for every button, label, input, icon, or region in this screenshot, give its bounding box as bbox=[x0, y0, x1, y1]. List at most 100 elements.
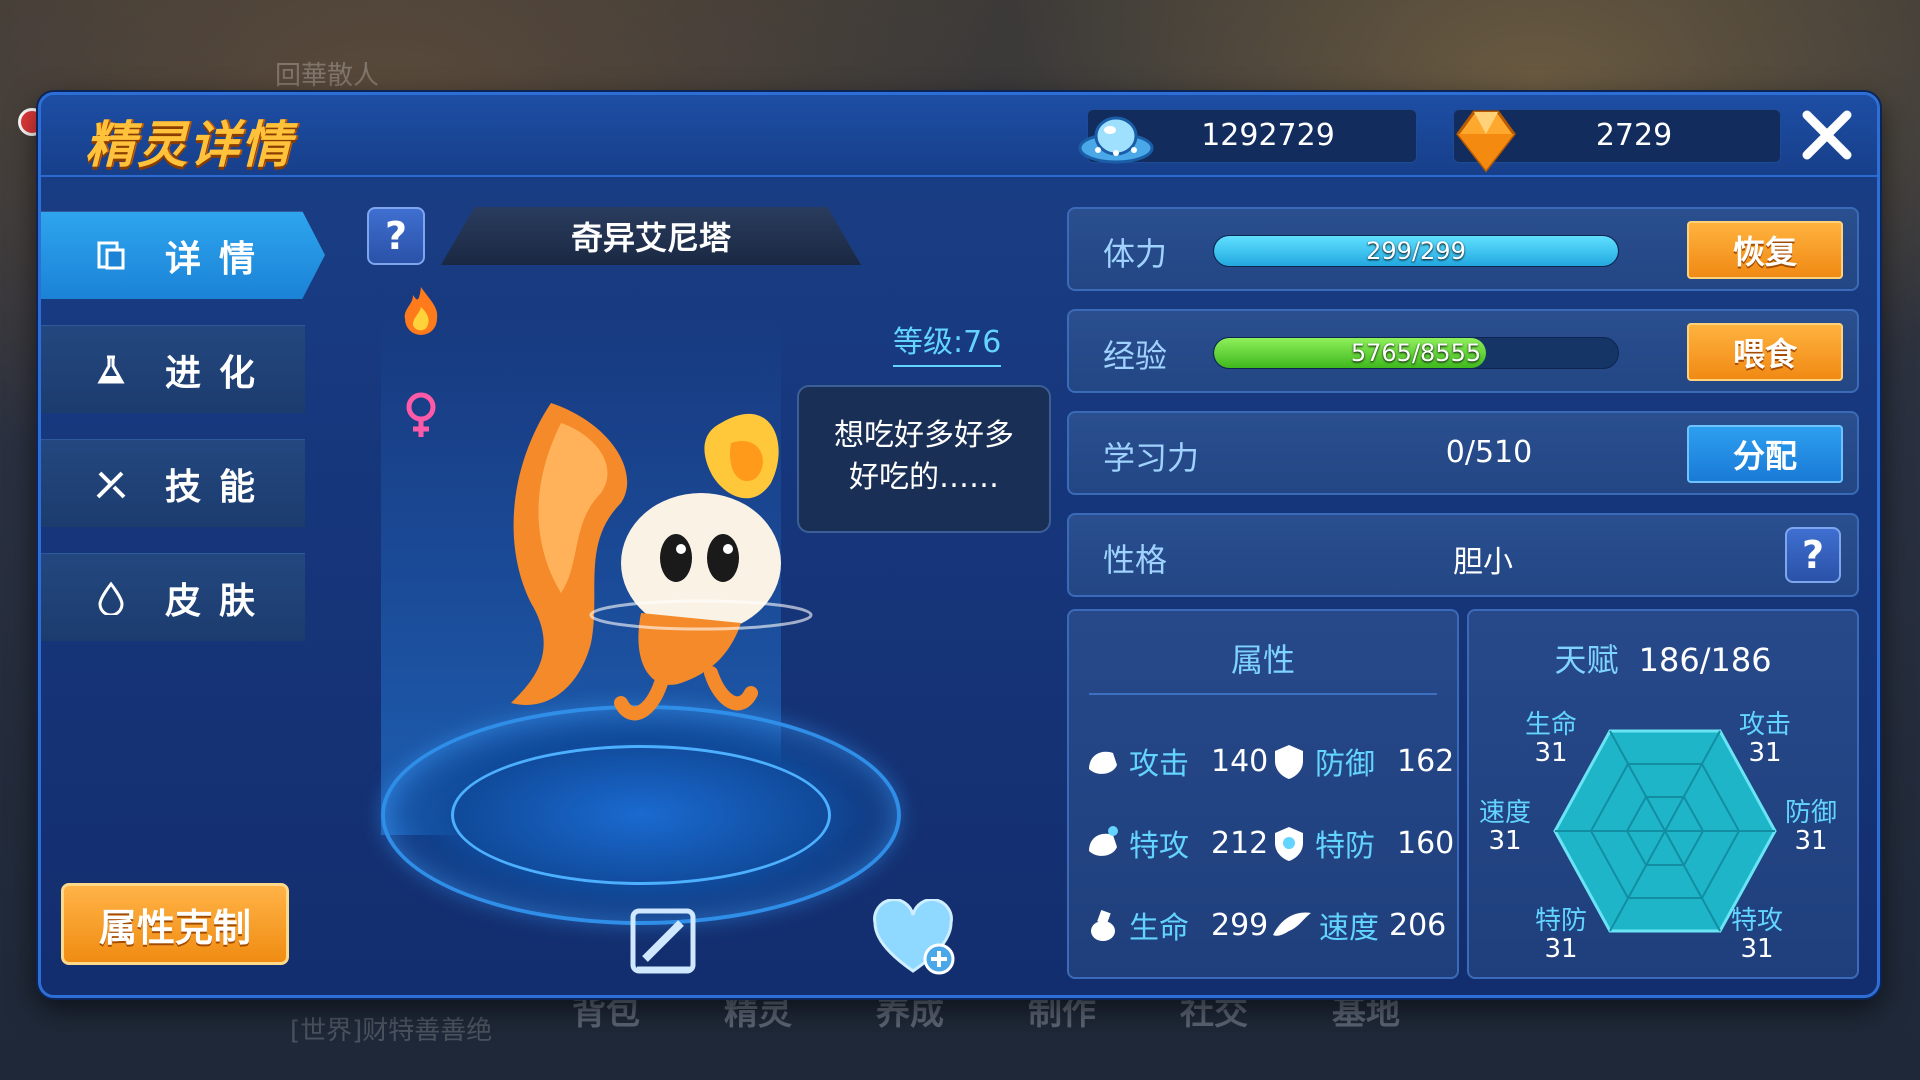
close-icon bbox=[1802, 110, 1852, 160]
hp-row: 体力 299/299 恢复 bbox=[1067, 207, 1859, 291]
attr-hp-value: 299 bbox=[1211, 907, 1269, 943]
panel-header: 精灵详情 1292729 2729 bbox=[41, 95, 1877, 177]
edit-icon bbox=[630, 908, 696, 974]
talent-sp-defense-label: 特防 bbox=[1535, 906, 1588, 936]
tab-evolution-label: 进化 bbox=[165, 352, 274, 394]
attr-attack-label: 攻击 bbox=[1129, 747, 1189, 782]
restore-button[interactable]: 恢复 bbox=[1687, 221, 1843, 279]
talent-defense-label: 防御 bbox=[1785, 798, 1838, 828]
talent-box: 天赋 186/186 生命 31 攻击 31 防御 31 特攻 31 特防 31… bbox=[1467, 609, 1859, 979]
nature-value: 胆小 bbox=[1453, 545, 1513, 580]
talent-sp-attack-label: 特攻 bbox=[1731, 906, 1784, 936]
talent-attack-value: 31 bbox=[1748, 738, 1782, 768]
swords-icon bbox=[91, 464, 131, 504]
female-icon bbox=[403, 391, 439, 445]
attr-sp-attack-label: 特攻 bbox=[1129, 829, 1189, 864]
coin-counter: 1292729 bbox=[1078, 109, 1417, 164]
talent-sp-attack-value: 31 bbox=[1740, 934, 1774, 964]
talent-speed: 速度 31 bbox=[1479, 799, 1531, 855]
nature-row: 性格 胆小 ? bbox=[1067, 513, 1859, 597]
attr-speed-value: 206 bbox=[1389, 907, 1447, 943]
exp-text: 5765/8555 bbox=[1350, 339, 1482, 367]
favorite-button[interactable] bbox=[871, 898, 961, 983]
background-player-name: 回華散人 bbox=[275, 61, 380, 91]
hp-label: 体力 bbox=[1103, 235, 1168, 273]
attr-sp-defense: 特防 160 bbox=[1269, 821, 1454, 865]
diamond-icon bbox=[1448, 104, 1520, 178]
talent-title-row: 天赋 186/186 bbox=[1469, 635, 1857, 681]
attr-defense-value: 162 bbox=[1397, 743, 1455, 779]
background-chat-text: [世界]财特善善绝 bbox=[290, 1016, 493, 1046]
pet-detail-panel: 精灵详情 1292729 2729 详情 进化 技能 皮肤 属性克制 ? 奇异艾… bbox=[38, 92, 1880, 998]
attributes-box: 属性 攻击 140 防御 162 特攻 212 特防 160 生命 299 速度… bbox=[1067, 609, 1459, 979]
diamond-value: 2729 bbox=[1595, 118, 1673, 153]
pet-level: 等级:76 bbox=[893, 317, 1002, 367]
learning-label: 学习力 bbox=[1103, 439, 1200, 477]
talent-attack-label: 攻击 bbox=[1739, 710, 1792, 740]
tab-skills[interactable]: 技能 bbox=[41, 439, 305, 527]
tab-details[interactable]: 详情 bbox=[41, 211, 325, 299]
potion-icon bbox=[1091, 909, 1115, 941]
document-icon bbox=[91, 236, 131, 276]
talent-attack: 攻击 31 bbox=[1739, 711, 1791, 767]
talent-defense: 防御 31 bbox=[1785, 799, 1837, 855]
talent-speed-value: 31 bbox=[1488, 826, 1522, 856]
nature-label: 性格 bbox=[1103, 541, 1168, 579]
pet-speech-bubble: 想吃好多好多 好吃的…… bbox=[797, 385, 1051, 533]
heart-plus-icon bbox=[873, 898, 955, 975]
attributes-title: 属性 bbox=[1230, 641, 1295, 679]
attr-sp-attack: 特攻 212 bbox=[1083, 821, 1268, 865]
talent-hp-label: 生命 bbox=[1525, 710, 1578, 740]
talent-sp-defense-value: 31 bbox=[1544, 934, 1578, 964]
attributes-divider bbox=[1089, 693, 1437, 695]
nature-help-button[interactable]: ? bbox=[1785, 527, 1841, 583]
pet-help-button[interactable]: ? bbox=[367, 207, 425, 265]
exp-row: 经验 5765/8555 喂食 bbox=[1067, 309, 1859, 393]
talent-defense-value: 31 bbox=[1794, 826, 1828, 856]
learning-value: 0/510 bbox=[1445, 435, 1533, 470]
attr-sp-attack-value: 212 bbox=[1211, 825, 1269, 861]
talent-title: 天赋 bbox=[1554, 641, 1619, 679]
attr-speed-label: 速度 bbox=[1319, 911, 1379, 946]
rename-button[interactable] bbox=[627, 905, 699, 981]
speech-line-1: 想吃好多好多 bbox=[834, 418, 1014, 453]
learning-row: 学习力 0/510 分配 bbox=[1067, 411, 1859, 495]
attr-hp-label: 生命 bbox=[1129, 911, 1189, 946]
talent-speed-label: 速度 bbox=[1479, 798, 1532, 828]
wing-icon bbox=[1273, 912, 1311, 936]
allocate-button[interactable]: 分配 bbox=[1687, 425, 1843, 483]
coin-value: 1292729 bbox=[1201, 118, 1335, 153]
attr-attack-value: 140 bbox=[1211, 743, 1269, 779]
fist-icon bbox=[1089, 751, 1117, 774]
droplet-icon bbox=[91, 578, 131, 618]
talent-sp-defense: 特防 31 bbox=[1535, 907, 1587, 963]
shield-icon bbox=[1275, 745, 1303, 779]
exp-label: 经验 bbox=[1103, 337, 1168, 375]
attr-defense: 防御 162 bbox=[1269, 739, 1454, 783]
tab-evolution[interactable]: 进化 bbox=[41, 325, 305, 413]
diamond-counter: 2729 bbox=[1453, 109, 1781, 173]
sp-shield-icon bbox=[1275, 827, 1303, 861]
attr-speed: 速度 206 bbox=[1269, 903, 1446, 947]
exp-bar: 5765/8555 bbox=[1213, 337, 1619, 369]
tab-skins[interactable]: 皮肤 bbox=[41, 553, 305, 641]
attr-defense-label: 防御 bbox=[1315, 747, 1375, 782]
tab-skills-label: 技能 bbox=[165, 466, 274, 508]
type-chart-button[interactable]: 属性克制 bbox=[61, 883, 289, 965]
attr-hp: 生命 299 bbox=[1083, 903, 1268, 947]
tab-skins-label: 皮肤 bbox=[165, 580, 274, 622]
speech-line-2: 好吃的…… bbox=[849, 460, 999, 495]
hp-bar: 299/299 bbox=[1213, 235, 1619, 267]
attr-attack: 攻击 140 bbox=[1083, 739, 1268, 783]
close-button[interactable] bbox=[1795, 103, 1859, 167]
talent-sp-attack: 特攻 31 bbox=[1731, 907, 1783, 963]
feed-button[interactable]: 喂食 bbox=[1687, 323, 1843, 381]
attr-sp-defense-value: 160 bbox=[1397, 825, 1455, 861]
talent-hp-value: 31 bbox=[1534, 738, 1568, 768]
page-title: 精灵详情 bbox=[85, 116, 293, 174]
hp-text: 299/299 bbox=[1366, 237, 1466, 265]
attr-sp-defense-label: 特防 bbox=[1315, 829, 1375, 864]
tab-details-label: 详情 bbox=[165, 238, 274, 280]
sp-fist-icon bbox=[1089, 826, 1118, 856]
pet-name: 奇异艾尼塔 bbox=[441, 207, 861, 265]
